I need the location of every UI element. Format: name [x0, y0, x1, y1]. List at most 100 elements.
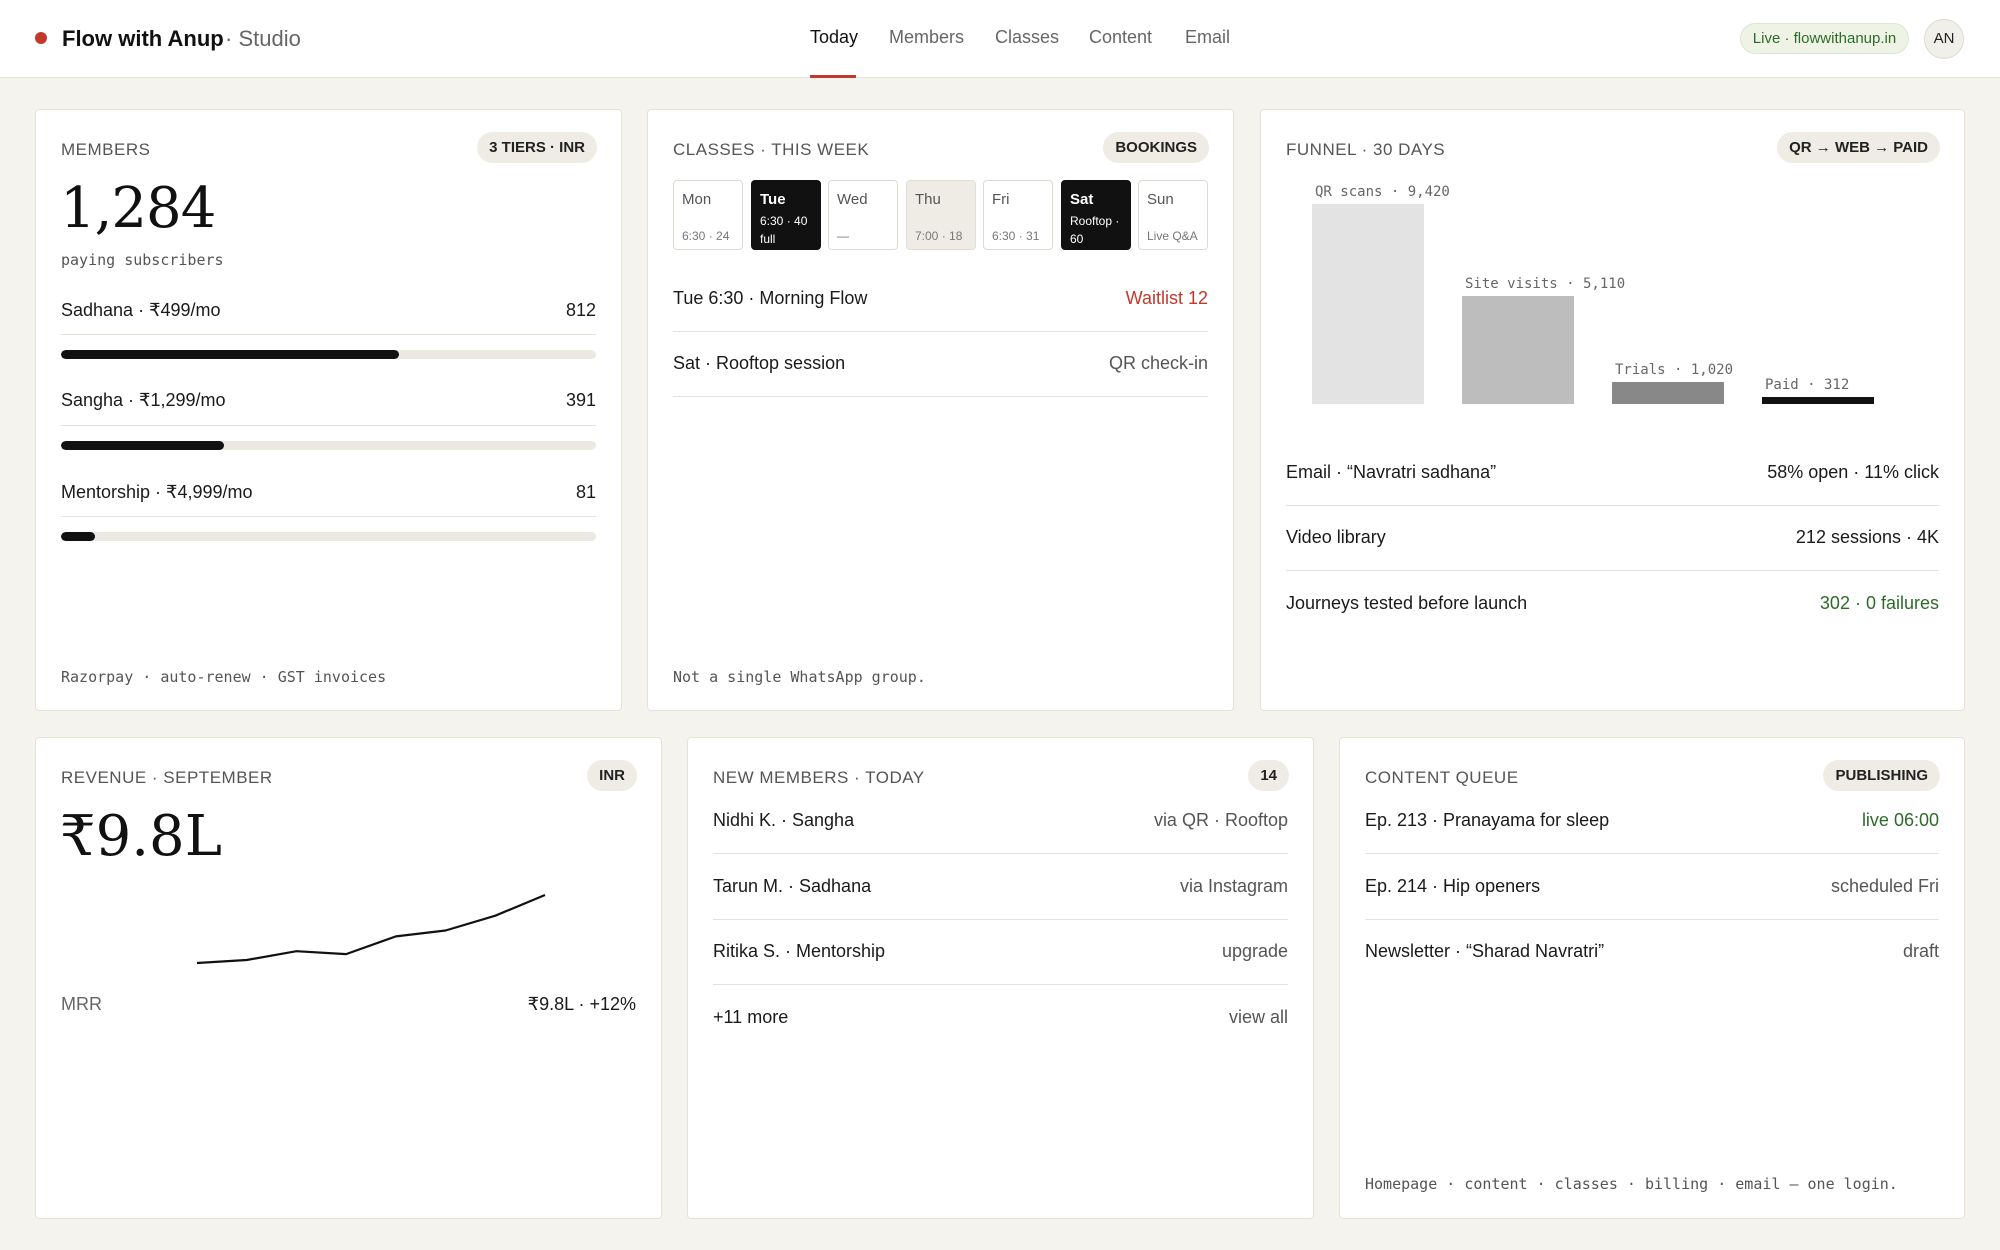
tab-email[interactable]: Email	[1185, 27, 1230, 48]
funnel-bar	[1312, 204, 1424, 404]
day-tile-wed[interactable]: Wed —	[828, 180, 898, 250]
funnel-chart: QR scans · 9,420 Site visits · 5,110 Trial…	[1261, 110, 1966, 410]
member-source: via Instagram	[1179, 876, 1288, 896]
funnel-bar	[1762, 397, 1874, 404]
day-name: Thu	[915, 191, 941, 208]
journeys-stats: 302 · 0 failures	[1819, 593, 1939, 613]
list-item[interactable]: Ep. 213 · Pranayama for sleep live 06:00	[1365, 790, 1939, 854]
day-tile-sat[interactable]: Sat Rooftop · 60	[1061, 180, 1131, 250]
new-members-card: NEW MEMBERS · TODAY 14 Nidhi K. · Sangha…	[687, 737, 1314, 1219]
divider	[61, 425, 596, 426]
tier-bar-sadhana	[61, 350, 596, 359]
content-title: Ep. 214 · Hip openers	[1365, 876, 1541, 896]
list-item[interactable]: Ep. 214 · Hip openers scheduled Fri	[1365, 856, 1939, 920]
classes-card: CLASSES · THIS WEEK BOOKINGS Mon 6:30 · …	[647, 109, 1234, 711]
checkin-status: QR check-in	[1108, 353, 1208, 373]
revenue-line-chart	[196, 893, 546, 965]
active-tab-indicator	[810, 75, 856, 78]
tier-value-mentorship: 81	[575, 482, 596, 502]
divider	[61, 516, 596, 517]
tab-classes[interactable]: Classes	[995, 27, 1059, 48]
waitlist-status: Waitlist 12	[1125, 288, 1208, 308]
funnel-row[interactable]: Journeys tested before launch 302 · 0 fa…	[1286, 573, 1939, 637]
classes-title: CLASSES · THIS WEEK	[673, 140, 870, 159]
member-name: Ritika S. · Mentorship	[713, 941, 886, 961]
content-queue-title: CONTENT QUEUE	[1365, 768, 1519, 787]
funnel-bar-label: Trials · 1,020	[1615, 362, 1734, 379]
content-queue-footnote: Homepage · content · classes · billing ·…	[1365, 1175, 1898, 1193]
member-name: Tarun M. · Sadhana	[713, 876, 872, 896]
tier-bar-fill	[61, 350, 400, 359]
mrr-value: ₹9.8L · +12%	[527, 994, 636, 1014]
members-badge: 3 TIERS · INR	[477, 132, 597, 163]
day-tile-mon[interactable]: Mon 6:30 · 24	[673, 180, 743, 250]
content-status: draft	[1902, 941, 1939, 961]
day-detail: Live Q&A	[1147, 229, 1198, 243]
top-bar: Flow with Anup · Studio Today Members Cl…	[0, 0, 2000, 78]
funnel-bar-label: QR scans · 9,420	[1315, 184, 1450, 200]
revenue-title: REVENUE · SEPTEMBER	[61, 768, 273, 787]
list-item[interactable]: Tarun M. · Sadhana via Instagram	[713, 856, 1288, 920]
brand-name[interactable]: Flow with Anup	[62, 26, 224, 52]
content-queue-card: CONTENT QUEUE PUBLISHING Ep. 213 · Prana…	[1339, 737, 1965, 1219]
list-item[interactable]: Ritika S. · Mentorship upgrade	[713, 921, 1288, 985]
avatar[interactable]: AN	[1924, 19, 1964, 59]
funnel-card: FUNNEL · 30 DAYS QR → WEB → PAID QR scan…	[1260, 109, 1965, 711]
content-status: live 06:00	[1861, 810, 1939, 830]
tab-content[interactable]: Content	[1089, 27, 1152, 48]
content-title: Ep. 213 · Pranayama for sleep	[1365, 810, 1610, 830]
members-total-caption: paying subscribers	[61, 251, 224, 269]
email-stats: 58% open · 11% click	[1767, 462, 1939, 482]
day-detail: 6:30 · 24	[682, 229, 730, 243]
revenue-amount: ₹9.8L	[60, 804, 222, 869]
classes-badge[interactable]: BOOKINGS	[1103, 132, 1209, 163]
tier-label-sadhana: Sadhana · ₹499/mo	[61, 300, 221, 320]
new-members-title: NEW MEMBERS · TODAY	[713, 768, 925, 787]
funnel-row[interactable]: Email · “Navratri sadhana” 58% open · 11…	[1286, 442, 1939, 506]
live-status-badge[interactable]: Live · flowwithanup.in	[1740, 23, 1909, 54]
funnel-bar	[1462, 295, 1574, 404]
classes-footnote: Not a single WhatsApp group.	[673, 668, 926, 686]
day-name: Mon	[682, 191, 712, 208]
new-members-count-badge: 14	[1248, 760, 1289, 791]
day-detail: —	[837, 229, 849, 243]
content-status: scheduled Fri	[1830, 876, 1939, 896]
revenue-line	[196, 893, 546, 965]
class-row[interactable]: Sat · Rooftop session QR check-in	[673, 333, 1208, 397]
video-library-stats: 212 sessions · 4K	[1795, 527, 1939, 547]
funnel-bar-label: Paid · 312	[1765, 377, 1850, 394]
funnel-row-label: Email · “Navratri sadhana”	[1286, 462, 1497, 482]
day-tile-sun[interactable]: Sun Live Q&A	[1138, 180, 1208, 250]
tier-value-sadhana: 812	[565, 300, 596, 320]
funnel-row[interactable]: Video library 212 sessions · 4K	[1286, 507, 1939, 571]
day-detail: Rooftop · 60	[1070, 214, 1120, 246]
day-tile-fri[interactable]: Fri 6:30 · 31	[983, 180, 1053, 250]
tab-today[interactable]: Today	[810, 27, 858, 48]
more-count: +11 more	[713, 1007, 789, 1027]
view-all-link[interactable]: view all	[1229, 1007, 1288, 1028]
tier-label-mentorship: Mentorship · ₹4,999/mo	[61, 482, 253, 502]
members-card: MEMBERS 3 TIERS · INR 1,284 paying subsc…	[35, 109, 622, 711]
tier-bar-fill	[61, 532, 95, 541]
day-detail: 6:30 · 31	[992, 229, 1040, 243]
tier-bar-sangha	[61, 441, 596, 450]
tier-bar-fill	[61, 441, 224, 450]
day-detail: 6:30 · 40 full	[760, 214, 808, 246]
list-item[interactable]: Nidhi K. · Sangha via QR · Rooftop	[713, 790, 1288, 854]
class-row[interactable]: Tue 6:30 · Morning Flow Waitlist 12	[673, 268, 1208, 332]
funnel-bar	[1612, 382, 1724, 404]
content-title: Newsletter · “Sharad Navratri”	[1365, 941, 1605, 961]
revenue-card: REVENUE · SEPTEMBER INR ₹9.8L MRR ₹9.8L …	[35, 737, 662, 1219]
class-row-title: Tue 6:30 · Morning Flow	[673, 288, 868, 308]
day-name: Sun	[1147, 191, 1174, 208]
member-source: via QR · Rooftop	[1153, 810, 1288, 830]
day-tile-thu[interactable]: Thu 7:00 · 18	[906, 180, 976, 250]
list-item[interactable]: Newsletter · “Sharad Navratri” draft	[1365, 921, 1939, 985]
tab-members[interactable]: Members	[889, 27, 964, 48]
day-tile-tue[interactable]: Tue 6:30 · 40 full	[751, 180, 821, 250]
member-source: upgrade	[1221, 941, 1288, 961]
members-total: 1,284	[60, 176, 216, 241]
member-name: Nidhi K. · Sangha	[713, 810, 855, 830]
revenue-badge: INR	[587, 760, 637, 791]
content-queue-badge: PUBLISHING	[1823, 760, 1940, 791]
